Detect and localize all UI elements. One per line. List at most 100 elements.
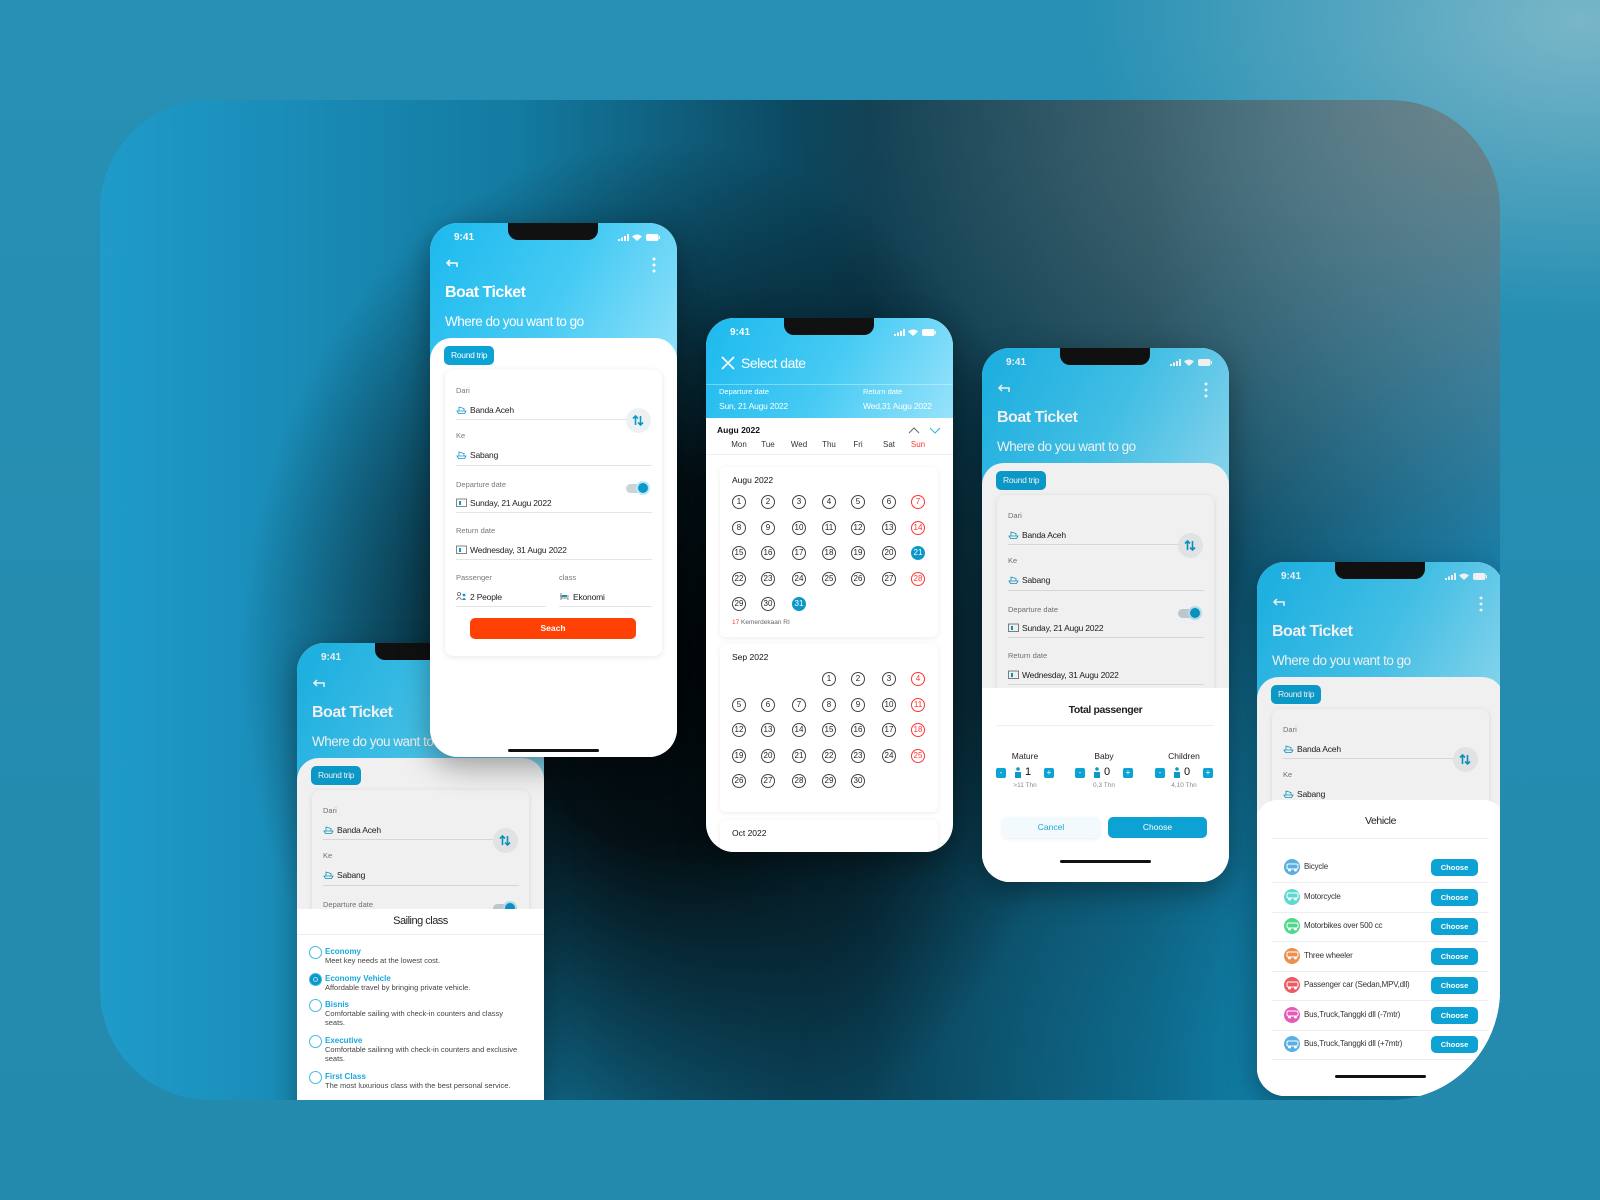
calendar-day[interactable]: 1: [822, 672, 836, 686]
option-name[interactable]: First Class: [325, 1072, 366, 1081]
option-name[interactable]: Executive: [325, 1036, 362, 1045]
calendar-day[interactable]: 14: [792, 723, 806, 737]
choose-vehicle-button[interactable]: Choose: [1431, 918, 1478, 935]
calendar-day[interactable]: 11: [822, 520, 836, 535]
calendar-day[interactable]: 9: [851, 697, 865, 712]
calendar-day[interactable]: 30: [851, 774, 865, 788]
calendar-day[interactable]: 25: [822, 571, 836, 586]
calendar-day[interactable]: 23: [851, 748, 865, 763]
calendar-day[interactable]: 6: [882, 495, 896, 509]
cancel-button[interactable]: Cancel: [1002, 817, 1100, 838]
calendar-day[interactable]: 8: [732, 520, 746, 535]
calendar-day[interactable]: 30: [761, 597, 775, 611]
trip-type-chip[interactable]: Round trip: [444, 346, 495, 365]
calendar-day[interactable]: 13: [882, 520, 896, 535]
decrement-button[interactable]: -: [1075, 768, 1085, 778]
field-value-from_value[interactable]: Banda Aceh: [470, 405, 514, 415]
radio-economy-vehicle[interactable]: [309, 973, 322, 986]
calendar-day[interactable]: 28: [911, 571, 925, 586]
calendar-day[interactable]: 10: [882, 697, 896, 712]
calendar-day[interactable]: 16: [851, 723, 865, 737]
calendar-day[interactable]: 16: [761, 546, 775, 560]
radio-first-class[interactable]: [309, 1071, 322, 1084]
calendar-day[interactable]: 18: [911, 723, 925, 737]
departure-value[interactable]: Sun, 21 Augu 2022: [719, 401, 788, 411]
calendar-day[interactable]: 4: [822, 495, 836, 509]
calendar-day[interactable]: 13: [761, 723, 775, 737]
radio-economy[interactable]: [309, 946, 322, 959]
choose-vehicle-button[interactable]: Choose: [1431, 859, 1478, 876]
calendar-day[interactable]: 20: [882, 546, 896, 560]
decrement-button[interactable]: -: [1155, 768, 1165, 778]
calendar-day[interactable]: 6: [761, 697, 775, 712]
field-value-return_value[interactable]: Wednesday, 31 Augu 2022: [470, 545, 567, 555]
choose-button[interactable]: Choose: [1108, 817, 1207, 838]
calendar-day[interactable]: 15: [822, 723, 836, 737]
calendar-day[interactable]: 7: [911, 495, 925, 509]
calendar-day[interactable]: 12: [851, 520, 865, 535]
calendar-day[interactable]: 19: [732, 748, 746, 763]
calendar-day[interactable]: 10: [792, 520, 806, 535]
calendar-day[interactable]: 29: [822, 774, 836, 788]
holiday-name: Kemerdekaan RI: [741, 619, 790, 626]
increment-button[interactable]: +: [1044, 768, 1054, 778]
search-button[interactable]: Seach: [470, 618, 636, 639]
calendar-day[interactable]: 18: [822, 546, 836, 560]
calendar-day[interactable]: 23: [761, 571, 775, 586]
radio-executive[interactable]: [309, 1035, 322, 1048]
increment-button[interactable]: +: [1123, 768, 1133, 778]
vehicle-name: Three wheeler: [1304, 950, 1353, 960]
calendar-day[interactable]: 27: [882, 571, 896, 586]
field-value-to_value[interactable]: Sabang: [470, 450, 498, 460]
choose-vehicle-button[interactable]: Choose: [1431, 947, 1478, 965]
field-value-departure_value[interactable]: Sunday, 21 Augu 2022: [470, 498, 552, 508]
calendar-day[interactable]: 24: [882, 748, 896, 763]
return-value[interactable]: Wed,31 Augu 2022: [863, 401, 932, 411]
calendar-day[interactable]: 12: [732, 723, 746, 737]
option-name[interactable]: Economy: [325, 947, 361, 956]
calendar-day[interactable]: 29: [732, 597, 746, 611]
calendar-day[interactable]: 21: [792, 748, 806, 763]
calendar-day[interactable]: 19: [851, 546, 865, 560]
calendar-day[interactable]: 25: [911, 748, 925, 763]
calendar-day[interactable]: 20: [761, 748, 775, 763]
decrement-button[interactable]: -: [996, 768, 1006, 778]
calendar-day[interactable]: 24: [792, 571, 806, 586]
calendar-day[interactable]: 2: [761, 495, 775, 509]
calendar-day[interactable]: 5: [732, 697, 746, 712]
calendar-day[interactable]: 26: [851, 571, 865, 586]
choose-vehicle-button[interactable]: Choose: [1431, 1006, 1478, 1024]
calendar-day[interactable]: 9: [761, 520, 775, 535]
calendar-day[interactable]: 22: [822, 748, 836, 763]
calendar-day[interactable]: 28: [792, 774, 806, 788]
swap-button[interactable]: [626, 408, 651, 433]
calendar-day[interactable]: 4: [911, 672, 925, 686]
calendar-day[interactable]: 3: [882, 672, 896, 686]
option-name[interactable]: Bisnis: [325, 1000, 349, 1009]
calendar-day[interactable]: 17: [792, 546, 806, 560]
calendar-day[interactable]: 11: [911, 697, 925, 712]
choose-vehicle-button[interactable]: Choose: [1431, 888, 1478, 906]
choose-vehicle-button[interactable]: Choose: [1431, 1036, 1478, 1053]
calendar-day[interactable]: 7: [792, 697, 806, 712]
radio-bisnis[interactable]: [309, 999, 322, 1012]
return-toggle[interactable]: [626, 481, 650, 495]
calendar-day[interactable]: 27: [761, 774, 775, 788]
calendar-day[interactable]: 26: [732, 774, 746, 788]
choose-vehicle-button[interactable]: Choose: [1431, 977, 1478, 994]
calendar-day[interactable]: 31: [792, 597, 806, 611]
field-value-passenger_value[interactable]: 2 People: [470, 592, 502, 602]
field-value-class_value[interactable]: Ekonomi: [573, 592, 605, 602]
calendar-day[interactable]: 5: [851, 495, 865, 509]
calendar-day[interactable]: 1: [732, 495, 746, 509]
calendar-day[interactable]: 8: [822, 697, 836, 712]
calendar-day[interactable]: 15: [732, 546, 746, 560]
increment-button[interactable]: +: [1203, 768, 1213, 778]
calendar-day[interactable]: 2: [851, 672, 865, 686]
option-name[interactable]: Economy Vehicle: [325, 974, 391, 983]
calendar-day[interactable]: 3: [792, 495, 806, 509]
calendar-day[interactable]: 17: [882, 723, 896, 737]
calendar-day[interactable]: 14: [911, 520, 925, 535]
calendar-day[interactable]: 22: [732, 571, 746, 586]
calendar-day[interactable]: 21: [911, 546, 925, 560]
